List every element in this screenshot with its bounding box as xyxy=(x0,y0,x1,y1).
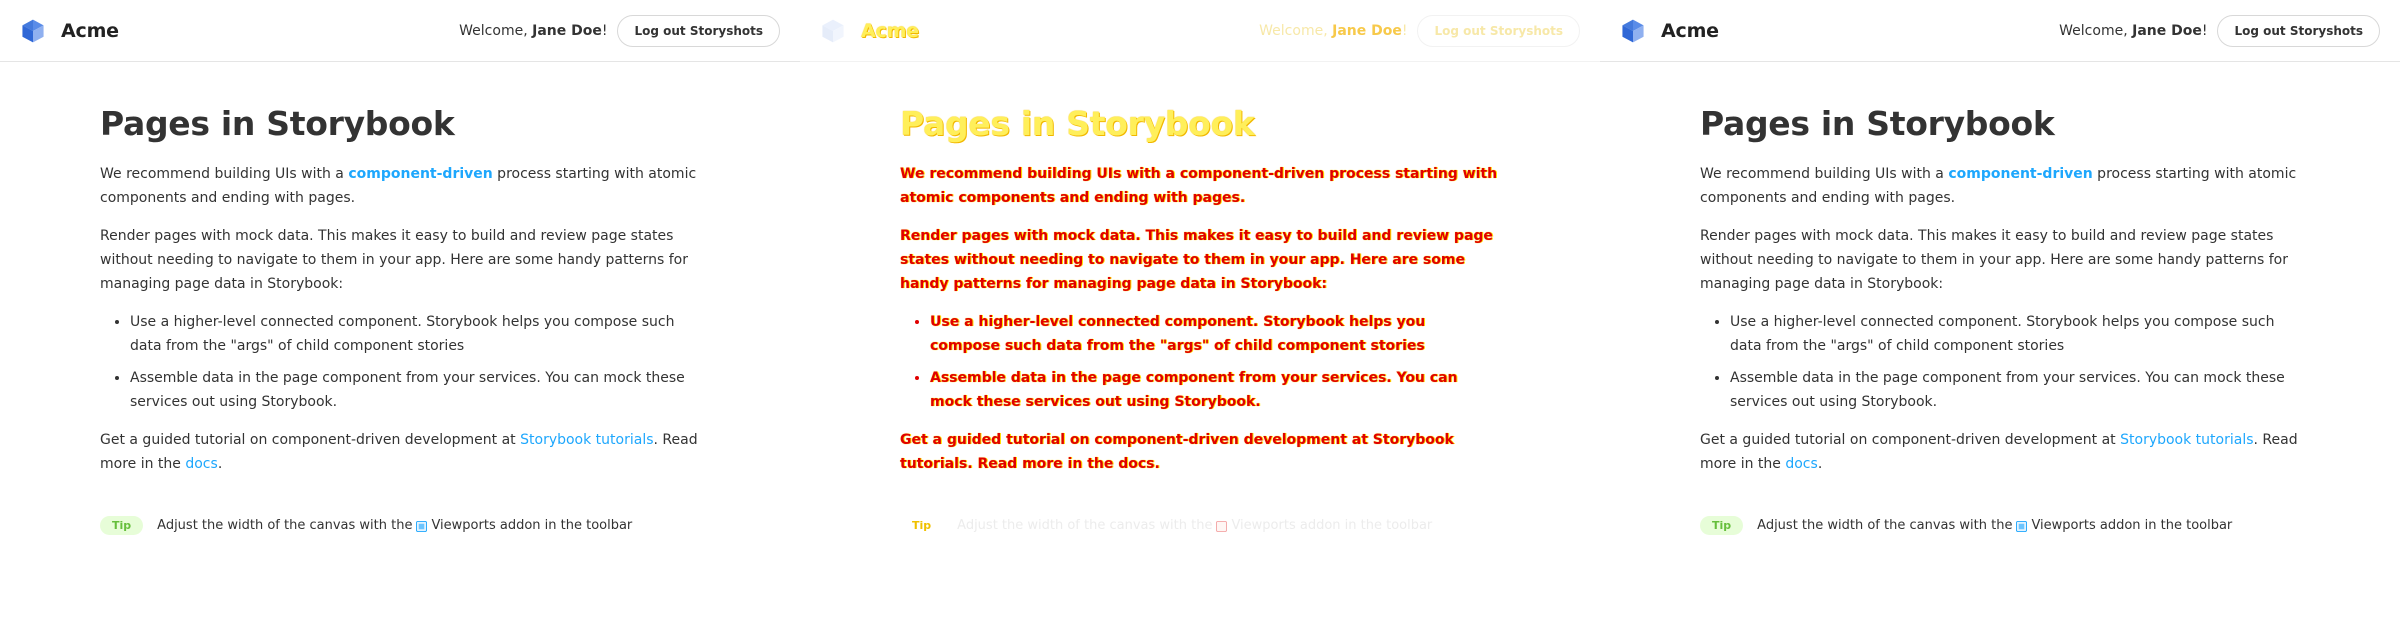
brand-name: Acme xyxy=(1661,19,1719,42)
tutorial-text-end: . xyxy=(1154,456,1160,473)
welcome-prefix: Welcome, xyxy=(2059,22,2133,39)
intro-text: We recommend building UIs with a xyxy=(100,166,349,183)
panel-current: Acme Welcome, Jane Doe! Log out Storysho… xyxy=(1600,0,2400,623)
welcome-suffix: ! xyxy=(2201,22,2208,39)
list-item: Assemble data in the page component from… xyxy=(130,366,700,414)
docs-link[interactable]: docs xyxy=(185,456,217,472)
tutorial-paragraph: Get a guided tutorial on component-drive… xyxy=(900,428,1500,476)
brand[interactable]: Acme xyxy=(820,18,919,44)
screenshot-comparison: Acme Welcome, Jane Doe! Log out Storysho… xyxy=(0,0,2400,623)
welcome-suffix: ! xyxy=(1401,22,1408,39)
tip-wrapper: Tip Adjust the width of the canvas with … xyxy=(1700,516,2380,536)
mock-data-paragraph: Render pages with mock data. This makes … xyxy=(100,228,688,293)
viewports-icon xyxy=(2016,520,2028,532)
welcome-suffix: ! xyxy=(601,22,608,39)
tip-badge: Tip xyxy=(900,516,944,536)
brand-name: Acme xyxy=(61,19,119,42)
page-header: Acme Welcome, Jane Doe! Log out Storysho… xyxy=(0,0,800,62)
list-item: Use a higher-level connected component. … xyxy=(130,310,700,358)
tutorial-paragraph: Get a guided tutorial on component-drive… xyxy=(100,428,700,476)
tutorial-paragraph: Get a guided tutorial on component-drive… xyxy=(1700,428,2300,476)
intro-paragraph: We recommend building UIs with a compone… xyxy=(1700,162,2300,210)
user-name: Jane Doe xyxy=(1332,22,1402,39)
welcome-text: Welcome, Jane Doe! xyxy=(459,23,607,39)
user-area: Welcome, Jane Doe! Log out Storyshots xyxy=(459,14,780,47)
brand[interactable]: Acme xyxy=(1620,18,1719,44)
mock-data-paragraph: Render pages with mock data. This makes … xyxy=(1700,228,2288,293)
user-name: Jane Doe xyxy=(532,22,602,39)
user-name: Jane Doe xyxy=(2132,22,2202,39)
tip-text-end: Viewports addon in the toolbar xyxy=(1231,518,1433,534)
page-content: Pages in Storybook We recommend building… xyxy=(0,62,800,536)
brand[interactable]: Acme xyxy=(20,18,119,44)
intro-text: We recommend building UIs with a xyxy=(900,166,1180,183)
tip-text: Adjust the width of the canvas with the xyxy=(157,518,413,534)
tutorial-text-mid: . Read more in the xyxy=(967,456,1119,473)
intro-paragraph: We recommend building UIs with a compone… xyxy=(900,162,1500,210)
welcome-prefix: Welcome, xyxy=(1259,22,1333,39)
logout-button[interactable]: Log out Storyshots xyxy=(2217,14,2380,47)
patterns-list: Use a higher-level connected component. … xyxy=(930,310,1500,414)
panel-diff: Acme Welcome, Jane Doe! Log out Storysho… xyxy=(800,0,1600,623)
intro-text: We recommend building UIs with a xyxy=(1700,166,1949,183)
user-area: Welcome, Jane Doe! Log out Storyshots xyxy=(2059,14,2380,47)
page-title: Pages in Storybook xyxy=(100,104,455,143)
acme-logo-icon xyxy=(822,19,844,42)
patterns-list: Use a higher-level connected component. … xyxy=(130,310,700,414)
tip-text-end: Viewports addon in the toolbar xyxy=(2031,518,2233,534)
logout-button[interactable]: Log out Storyshots xyxy=(617,14,780,47)
tutorial-text: Get a guided tutorial on component-drive… xyxy=(1700,432,2121,449)
storybook-tutorials-link[interactable]: Storybook tutorials xyxy=(520,432,653,448)
list-item: Use a higher-level connected component. … xyxy=(1730,310,2300,358)
viewports-icon xyxy=(416,520,428,532)
tutorial-text-end: . xyxy=(1817,456,1823,473)
page-content: Pages in Storybook We recommend building… xyxy=(1600,62,2400,536)
tip-text: Adjust the width of the canvas with the xyxy=(957,518,1213,534)
user-area: Welcome, Jane Doe! Log out Storyshots xyxy=(1259,14,1580,47)
list-item: Assemble data in the page component from… xyxy=(1730,366,2300,414)
page-title: Pages in Storybook xyxy=(900,104,1255,143)
welcome-text: Welcome, Jane Doe! xyxy=(1259,23,1407,39)
welcome-text: Welcome, Jane Doe! xyxy=(2059,23,2207,39)
tutorial-text-end: . xyxy=(217,456,223,473)
patterns-list: Use a higher-level connected component. … xyxy=(1730,310,2300,414)
tip-text-end: Viewports addon in the toolbar xyxy=(431,518,633,534)
welcome-prefix: Welcome, xyxy=(459,22,533,39)
page-content: Pages in Storybook We recommend building… xyxy=(800,62,1600,536)
tip-badge: Tip xyxy=(100,516,144,536)
viewports-icon xyxy=(1216,520,1228,532)
tip-wrapper: Tip Adjust the width of the canvas with … xyxy=(900,516,1580,536)
component-driven-link[interactable]: component-driven xyxy=(1180,166,1324,182)
page-header: Acme Welcome, Jane Doe! Log out Storysho… xyxy=(800,0,1600,62)
tutorial-text: Get a guided tutorial on component-drive… xyxy=(100,432,521,449)
storybook-tutorials-link[interactable]: Storybook tutorials xyxy=(2120,432,2253,448)
tip-badge: Tip xyxy=(1700,516,1744,536)
list-item: Use a higher-level connected component. … xyxy=(930,310,1500,358)
tutorial-text: Get a guided tutorial on component-drive… xyxy=(900,432,1373,449)
page-title: Pages in Storybook xyxy=(1700,104,2055,143)
intro-paragraph: We recommend building UIs with a compone… xyxy=(100,162,700,210)
panel-baseline: Acme Welcome, Jane Doe! Log out Storysho… xyxy=(0,0,800,623)
tip-wrapper: Tip Adjust the width of the canvas with … xyxy=(100,516,780,536)
list-item: Assemble data in the page component from… xyxy=(930,366,1500,414)
acme-logo-icon xyxy=(22,19,44,42)
brand-name: Acme xyxy=(861,19,919,42)
mock-data-paragraph: Render pages with mock data. This makes … xyxy=(900,228,1493,293)
logout-button[interactable]: Log out Storyshots xyxy=(1417,14,1580,47)
docs-link[interactable]: docs xyxy=(1785,456,1817,472)
acme-logo-icon xyxy=(1622,19,1644,42)
component-driven-link[interactable]: component-driven xyxy=(348,166,492,182)
tip-text: Adjust the width of the canvas with the xyxy=(1757,518,2013,534)
docs-link[interactable]: docs xyxy=(1118,456,1154,472)
component-driven-link[interactable]: component-driven xyxy=(1948,166,2092,182)
page-header: Acme Welcome, Jane Doe! Log out Storysho… xyxy=(1600,0,2400,62)
